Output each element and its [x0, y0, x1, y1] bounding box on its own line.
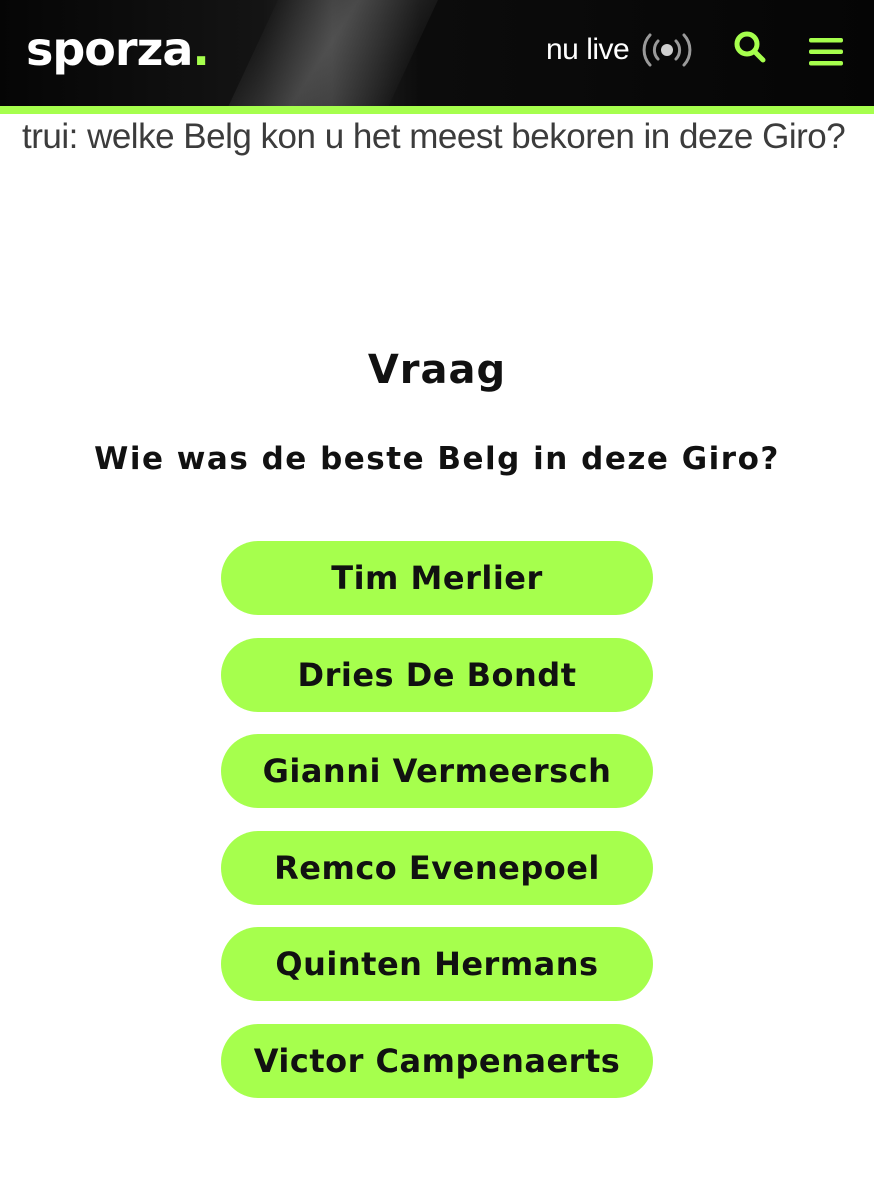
sporza-logo[interactable]: sporza. [26, 22, 210, 76]
live-link[interactable]: nu live [546, 30, 695, 70]
menu-button[interactable] [808, 36, 844, 68]
header-background-graphic [203, 0, 457, 106]
answer-option-victor-campenaerts[interactable]: Victor Campenaerts [221, 1023, 653, 1098]
search-button[interactable] [730, 28, 770, 68]
answer-option-gianni-vermeersch[interactable]: Gianni Vermeersch [221, 734, 653, 808]
logo-dot: . [192, 22, 210, 76]
quiz-question: Wie was de beste Belg in deze Giro? [94, 441, 780, 477]
quiz-title: Vraag [367, 347, 507, 393]
logo-text: sporza [26, 22, 193, 76]
answer-option-remco-evenepoel[interactable]: Remco Evenepoel [221, 830, 653, 905]
answer-option-dries-de-bondt[interactable]: Dries De Bondt [221, 637, 653, 712]
site-header: sporza. nu live [0, 0, 874, 106]
answer-options: Tim Merlier Dries De Bondt Gianni Vermee… [221, 541, 653, 1120]
broadcast-icon [642, 33, 692, 67]
hamburger-menu-icon [809, 38, 843, 66]
search-icon [734, 31, 766, 63]
answer-option-quinten-hermans[interactable]: Quinten Hermans [221, 927, 653, 1001]
live-label: nu live [546, 33, 630, 66]
article-text: trui: welke Belg kon u het meest bekoren… [22, 117, 846, 156]
answer-option-tim-merlier[interactable]: Tim Merlier [221, 541, 653, 615]
